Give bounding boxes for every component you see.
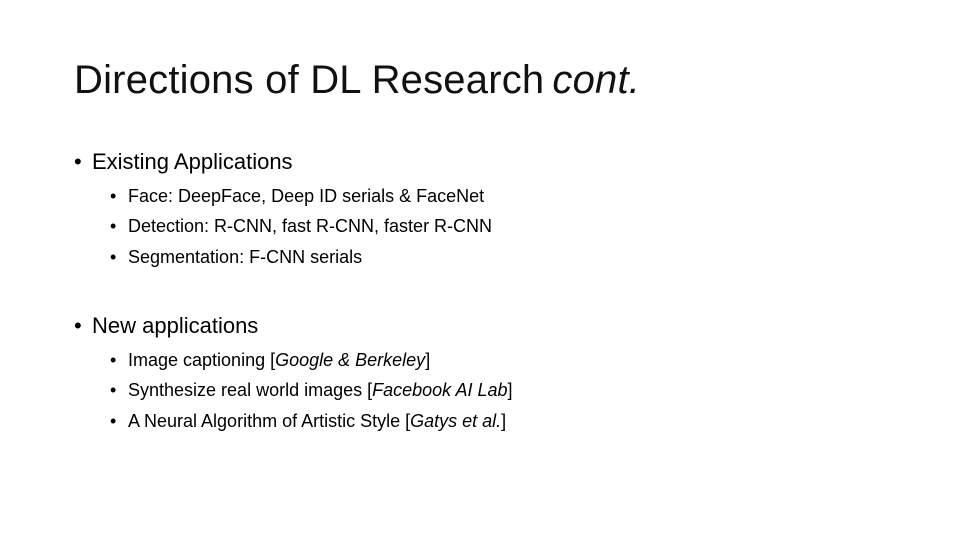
bullet-icon: • [74,313,82,338]
section-heading-new-applications: • New applications [74,312,258,340]
citation-source: Google & Berkeley [275,350,426,370]
bullet-icon: • [74,149,82,174]
citation-close: ] [425,350,431,370]
list-item-text: Synthesize real world images [ [128,380,373,400]
slide-title: Directions of DL Research cont. [74,54,640,106]
citation-source: Facebook AI Lab [372,380,508,400]
bullet-icon: • [110,380,117,400]
citation-close: ] [507,380,513,400]
slide-title-suffix: cont. [552,58,641,102]
list-item: • Synthesize real world images [Facebook … [110,378,513,402]
bullet-icon: • [110,186,117,206]
bullet-icon: • [110,411,117,431]
bullet-icon: • [110,216,117,236]
list-item-text: Detection: R-CNN, fast R-CNN, faster R-C… [128,216,493,236]
citation-close: ] [501,411,507,431]
section-heading-text: New applications [92,313,259,338]
list-item: • Detection: R-CNN, fast R-CNN, faster R-… [110,214,492,238]
section-heading-text: Existing Applications [92,149,293,174]
slide: Directions of DL Research cont. • Existing… [0,0,960,540]
bullet-icon: • [110,350,117,370]
list-item-text: Image captioning [ [128,350,276,370]
citation-source: Gatys et al. [410,411,502,431]
list-item-text: Face: DeepFace, Deep ID serials & FaceNe… [128,186,485,206]
section-heading-existing-applications: • Existing Applications [74,148,293,176]
bullet-icon: • [110,247,117,267]
list-item-text: A Neural Algorithm of Artistic Style [ [128,411,411,431]
slide-title-main: Directions of DL Research [74,58,545,102]
list-item-text: Segmentation: F-CNN serials [128,247,363,267]
list-item: • Face: DeepFace, Deep ID serials & FaceN… [110,184,484,208]
list-item: • Segmentation: F-CNN serials [110,245,362,269]
list-item: • A Neural Algorithm of Artistic Style [G… [110,409,506,433]
list-item: • Image captioning [Google & Berkeley] [110,348,430,372]
